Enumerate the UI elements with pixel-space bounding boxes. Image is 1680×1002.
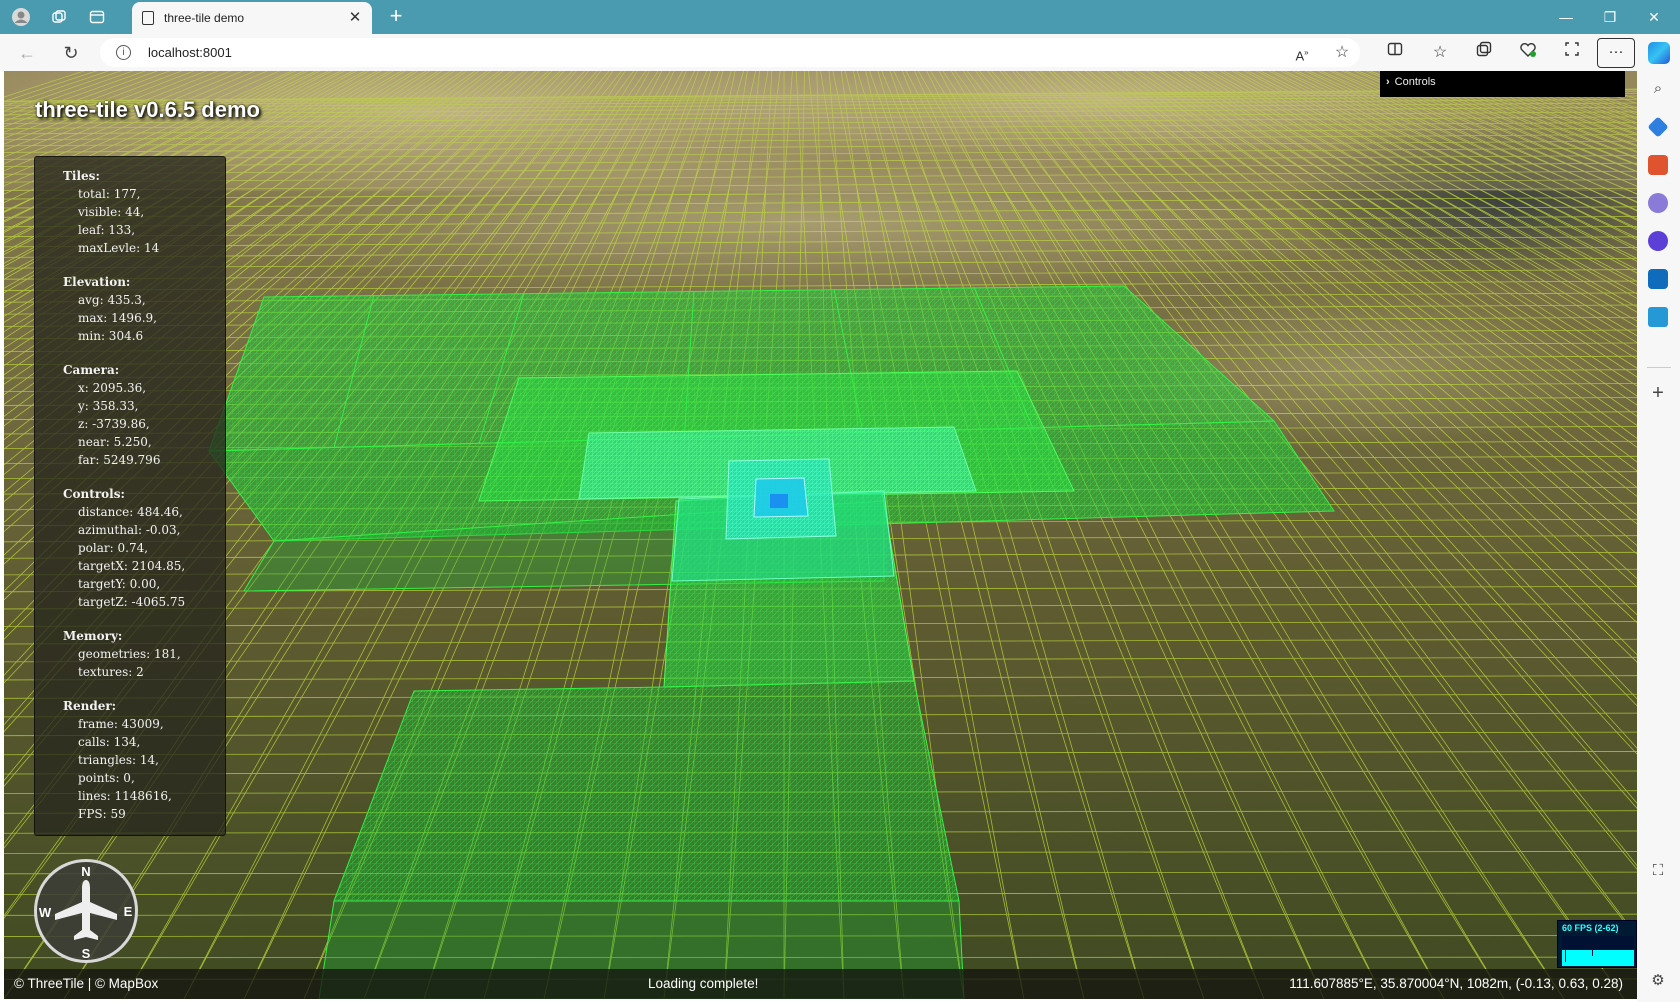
stat-row: far: 5249.796 bbox=[78, 453, 161, 467]
stat-row: total: 177, bbox=[78, 187, 141, 201]
stat-row: targetZ: -4065.75 bbox=[78, 595, 186, 609]
stat-row: z: -3739.86, bbox=[78, 417, 150, 431]
send-icon[interactable] bbox=[1648, 307, 1668, 327]
vertical-tabs-icon[interactable] bbox=[86, 6, 108, 28]
minimize-button[interactable]: — bbox=[1548, 6, 1584, 28]
controls-panel-toggle[interactable]: › Controls bbox=[1380, 71, 1625, 97]
controls-group: Controls: distance: 484.46, azimuthal: -… bbox=[63, 485, 225, 611]
address-text[interactable]: localhost:8001 bbox=[148, 45, 232, 60]
refresh-icon[interactable]: ↻ bbox=[58, 40, 84, 66]
tiles-group: Tiles: total: 177, visible: 44, leaf: 13… bbox=[63, 167, 225, 257]
sidebar-divider bbox=[1647, 367, 1671, 368]
stat-row: polar: 0.74, bbox=[78, 541, 149, 555]
tiles-heading: Tiles: bbox=[63, 169, 100, 183]
elevation-heading: Elevation: bbox=[63, 275, 131, 289]
memory-heading: Memory: bbox=[63, 629, 123, 643]
browser-sidebar: ⌕ + ⛶ ⚙ bbox=[1637, 71, 1680, 1002]
restore-button[interactable]: ❐ bbox=[1592, 6, 1628, 28]
render-heading: Render: bbox=[63, 699, 117, 713]
stat-row: distance: 484.46, bbox=[78, 505, 183, 519]
close-window-button[interactable]: ✕ bbox=[1636, 6, 1672, 28]
stat-row: azimuthal: -0.03, bbox=[78, 523, 181, 537]
browser-tab-strip: three-tile demo ✕ + — ❐ ✕ bbox=[0, 0, 1680, 34]
browser-toolbar: ← ↻ i localhost:8001 A» ☆ ☆ ··· bbox=[0, 34, 1680, 71]
camera-group: Camera: x: 2095.36, y: 358.33, z: -3739.… bbox=[63, 361, 225, 469]
tab-title: three-tile demo bbox=[164, 11, 245, 25]
stat-row: maxLevle: 14 bbox=[78, 241, 160, 255]
controls-label: Controls bbox=[1394, 76, 1436, 88]
profile-icon[interactable] bbox=[10, 6, 32, 28]
controls-heading: Controls: bbox=[63, 487, 125, 501]
stats-panel: Tiles: total: 177, visible: 44, leaf: 13… bbox=[34, 156, 226, 836]
tools-briefcase-icon[interactable] bbox=[1648, 155, 1668, 175]
back-icon[interactable]: ← bbox=[14, 40, 40, 66]
render-group: Render: frame: 43009, calls: 134, triang… bbox=[63, 697, 225, 823]
compass-widget[interactable]: N S E W bbox=[34, 859, 138, 963]
copilot-icon[interactable] bbox=[1648, 42, 1670, 64]
stat-row: leaf: 133, bbox=[78, 223, 136, 237]
stat-row: y: 358.33, bbox=[78, 399, 139, 413]
shopping-tag-icon[interactable] bbox=[1647, 116, 1669, 138]
app-title: three-tile v0.6.5 demo bbox=[35, 97, 260, 122]
stat-row: visible: 44, bbox=[78, 205, 145, 219]
screenshot-icon[interactable] bbox=[1560, 41, 1584, 65]
stat-row: near: 5.250, bbox=[78, 435, 152, 449]
browser-essentials-icon[interactable] bbox=[1516, 41, 1540, 65]
attribution-text: © ThreeTile | © MapBox bbox=[14, 976, 159, 991]
memory-group: Memory: geometries: 181, textures: 2 bbox=[63, 627, 225, 681]
loading-status: Loading complete! bbox=[648, 976, 759, 991]
site-info-icon[interactable]: i bbox=[116, 45, 131, 60]
stat-row: max: 1496.9, bbox=[78, 311, 157, 325]
stat-row: textures: 2 bbox=[78, 665, 144, 679]
workspaces-icon[interactable] bbox=[48, 6, 70, 28]
stat-row: points: 0, bbox=[78, 771, 135, 785]
sidebar-settings-icon[interactable]: ⚙ bbox=[1648, 971, 1668, 991]
outlook-icon[interactable] bbox=[1648, 269, 1668, 289]
fps-graph bbox=[1562, 936, 1634, 966]
screenshot-tool-icon[interactable]: ⛶ bbox=[1648, 861, 1668, 881]
stat-row: calls: 134, bbox=[78, 735, 141, 749]
games-icon[interactable] bbox=[1648, 193, 1668, 213]
browser-tab[interactable]: three-tile demo ✕ bbox=[132, 2, 372, 34]
stat-row: min: 304.6 bbox=[78, 329, 144, 343]
coordinate-readout: 111.607885°E, 35.870004°N, 1082m, (-0.13… bbox=[1289, 976, 1623, 991]
microsoft-365-icon[interactable] bbox=[1648, 231, 1668, 251]
add-sidebar-app-icon[interactable]: + bbox=[1648, 383, 1668, 403]
map-viewport[interactable]: three-tile v0.6.5 demo › Controls Tiles: … bbox=[4, 71, 1637, 999]
fps-meter: 60 FPS (2-62) bbox=[1557, 920, 1637, 968]
new-tab-button[interactable]: + bbox=[383, 4, 409, 30]
read-aloud-icon[interactable]: A» bbox=[1290, 41, 1314, 65]
stat-row: FPS: 59 bbox=[78, 807, 126, 821]
stat-row: targetX: 2104.85, bbox=[78, 559, 186, 573]
split-screen-icon[interactable] bbox=[1383, 41, 1407, 65]
fps-label: 60 FPS (2-62) bbox=[1562, 923, 1619, 933]
stat-row: targetY: 0.00, bbox=[78, 577, 161, 591]
search-icon[interactable]: ⌕ bbox=[1648, 79, 1668, 99]
address-bar[interactable]: i localhost:8001 bbox=[100, 38, 1360, 67]
camera-heading: Camera: bbox=[63, 363, 120, 377]
collections-icon[interactable] bbox=[1472, 41, 1496, 65]
stat-row: triangles: 14, bbox=[78, 753, 159, 767]
stat-row: frame: 43009, bbox=[78, 717, 164, 731]
stat-row: avg: 435.3, bbox=[78, 293, 146, 307]
status-bar: © ThreeTile | © MapBox Loading complete!… bbox=[4, 969, 1637, 999]
elevation-group: Elevation: avg: 435.3, max: 1496.9, min:… bbox=[63, 273, 225, 345]
favorites-icon[interactable]: ☆ bbox=[1428, 41, 1452, 65]
terrain-scene[interactable] bbox=[4, 71, 1637, 999]
airplane-icon bbox=[55, 880, 117, 940]
stat-row: x: 2095.36, bbox=[78, 381, 147, 395]
stat-row: lines: 1148616, bbox=[78, 789, 172, 803]
close-tab-icon[interactable]: ✕ bbox=[346, 9, 364, 27]
stat-row: geometries: 181, bbox=[78, 647, 181, 661]
favorite-star-icon[interactable]: ☆ bbox=[1330, 41, 1354, 65]
chevron-right-icon: › bbox=[1386, 76, 1390, 88]
page-icon bbox=[142, 11, 154, 25]
settings-more-button[interactable]: ··· bbox=[1597, 38, 1635, 68]
